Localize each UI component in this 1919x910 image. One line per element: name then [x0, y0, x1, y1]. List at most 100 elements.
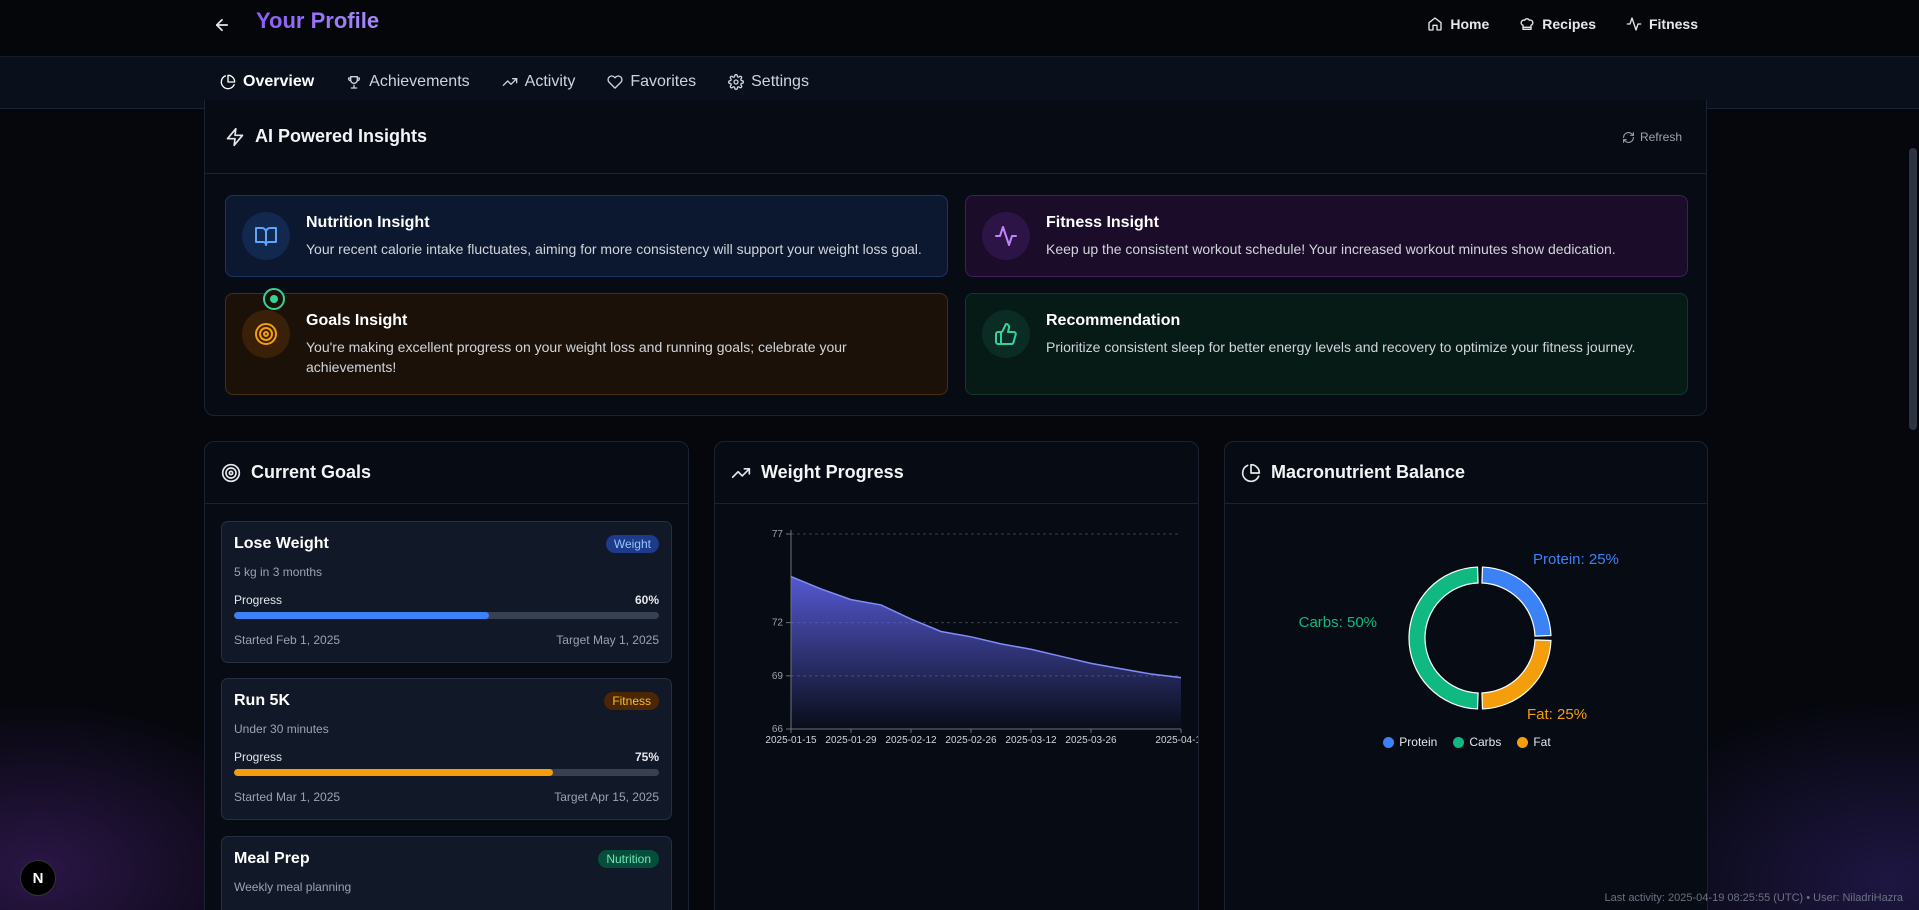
donut-slice-protein	[1481, 566, 1552, 637]
macro-donut-chart: Protein: 25% Fat: 25% Carbs: 50%	[1299, 551, 1619, 723]
donut-slice-fat	[1481, 639, 1552, 710]
goal-name: Run 5K	[234, 692, 290, 709]
x-tick-label: 2025-02-12	[885, 735, 937, 746]
nutrition-icon-wrap	[242, 212, 290, 260]
goal-card-run-5k[interactable]: Run 5K Fitness Under 30 minutes Progress…	[221, 678, 672, 820]
nutrition-insight-card: Nutrition Insight Your recent calorie in…	[225, 195, 948, 277]
goal-card-lose-weight[interactable]: Lose Weight Weight 5 kg in 3 months Prog…	[221, 521, 672, 663]
goals-insight-card: Goals Insight You're making excellent pr…	[225, 288, 948, 395]
progress-percent: 75%	[634, 750, 659, 764]
top-bar: Your Profile Home Recipes Fitness	[0, 0, 1919, 57]
goal-name: Meal Prep	[234, 850, 310, 867]
slice-label-carbs: Carbs: 50%	[1299, 614, 1377, 631]
goal-card-meal-prep[interactable]: Meal Prep Nutrition Weekly meal planning	[221, 836, 672, 910]
macronutrient-header: Macronutrient Balance	[1225, 442, 1707, 504]
progress-bar	[234, 769, 659, 776]
trending-up-icon	[731, 467, 751, 478]
current-goals-title: Current Goals	[251, 462, 372, 482]
nav-home[interactable]: Home	[1427, 16, 1489, 32]
target-icon	[255, 323, 277, 345]
macronutrient-title: Macronutrient Balance	[1271, 462, 1466, 482]
goal-target-date: Target Apr 15, 2025	[554, 790, 659, 804]
tab-settings-label: Settings	[751, 73, 809, 90]
heart-icon	[607, 75, 623, 89]
weight-chart: 66 69 72 77 2025-01-15 2025-01-29 2025-02-12 20…	[765, 529, 1199, 746]
nav-fitness-label: Fitness	[1648, 16, 1698, 32]
legend-dot	[1517, 736, 1529, 748]
weight-progress-title: Weight Progress	[761, 462, 904, 482]
recommendation-body: Prioritize consistent sleep for better e…	[1046, 339, 1636, 355]
progress-percent: 60%	[634, 593, 659, 607]
macro-legend: Protein Carbs Fat	[1225, 735, 1707, 749]
progress-bar-fill	[234, 769, 553, 776]
goal-subtitle: 5 kg in 3 months	[234, 565, 323, 579]
legend-fat[interactable]: Fat	[1517, 735, 1551, 749]
tab-achievements-label: Achievements	[369, 73, 470, 90]
legend-dot	[1383, 736, 1395, 748]
recommendation-icon-wrap	[982, 310, 1030, 358]
top-nav: Home Recipes Fitness	[1427, 16, 1698, 32]
refresh-icon	[1623, 131, 1634, 143]
page-title: Your Profile	[256, 8, 380, 33]
goal-start-date: Started Mar 1, 2025	[234, 790, 341, 804]
current-goals-header: Current Goals	[205, 442, 688, 504]
pie-chart-icon	[1241, 463, 1261, 482]
ai-insights-title: AI Powered Insights	[255, 126, 428, 146]
legend-label: Fat	[1533, 735, 1551, 749]
legend-label: Carbs	[1469, 735, 1502, 749]
goal-target-date: Target May 1, 2025	[556, 633, 659, 647]
legend-carbs[interactable]: Carbs	[1453, 735, 1501, 749]
x-tick-label: 2025-04-16	[1155, 735, 1199, 746]
goals-insight-title: Goals Insight	[306, 312, 408, 329]
trending-up-icon	[502, 78, 517, 86]
donut-slice-carbs	[1408, 566, 1479, 710]
macronutrient-panel: Macronutrient Balance Protein: 25% Fat: 2…	[1224, 441, 1708, 910]
progress-label: Progress	[234, 593, 283, 607]
y-tick-label: 77	[772, 529, 784, 540]
refresh-button[interactable]: Refresh	[1622, 130, 1682, 144]
zap-icon	[226, 127, 244, 146]
x-tick-label: 2025-02-26	[945, 735, 997, 746]
progress-bar	[234, 612, 659, 619]
current-goals-panel: Current Goals Lose Weight Weight 5 kg in…	[204, 441, 689, 910]
ai-insights-header: AI Powered Insights	[205, 100, 1706, 174]
goal-start-date: Started Feb 1, 2025	[234, 633, 341, 647]
dev-badge[interactable]: N	[20, 860, 56, 896]
goal-badge: Fitness	[604, 692, 659, 710]
weight-progress-header: Weight Progress	[715, 442, 1198, 504]
slice-label-fat: Fat: 25%	[1527, 706, 1587, 723]
nav-recipes-label: Recipes	[1542, 16, 1596, 32]
nav-fitness[interactable]: Fitness	[1626, 16, 1698, 32]
tab-activity-label: Activity	[524, 73, 576, 90]
fitness-insight-title: Fitness Insight	[1046, 214, 1159, 231]
fitness-icon-wrap	[982, 212, 1030, 260]
page-scrollbar[interactable]	[1909, 148, 1917, 430]
trophy-icon	[348, 76, 361, 89]
status-dot-icon	[263, 288, 285, 310]
y-tick-label: 66	[772, 724, 784, 735]
nav-recipes[interactable]: Recipes	[1519, 16, 1596, 32]
thumbs-up-icon	[995, 322, 1017, 345]
slice-label-protein: Protein: 25%	[1533, 551, 1619, 568]
pie-chart-icon	[220, 74, 236, 90]
legend-protein[interactable]: Protein	[1383, 735, 1437, 749]
goal-subtitle: Under 30 minutes	[234, 722, 329, 736]
fitness-insight-card: Fitness Insight Keep up the consistent w…	[965, 195, 1688, 277]
y-tick-label: 72	[772, 618, 784, 629]
gear-icon	[728, 74, 745, 90]
book-open-icon	[255, 227, 277, 246]
back-button[interactable]	[210, 13, 234, 37]
activity-icon	[1626, 17, 1642, 31]
goal-name: Lose Weight	[234, 535, 329, 552]
goal-badge: Weight	[605, 535, 659, 553]
y-tick-label: 69	[772, 671, 784, 682]
last-activity-status: Last activity: 2025-04-19 08:25:55 (UTC)…	[1604, 892, 1903, 904]
progress-label: Progress	[234, 750, 283, 764]
goal-badge: Nutrition	[598, 850, 659, 868]
x-tick-label: 2025-03-12	[1005, 735, 1057, 746]
x-tick-label: 2025-01-15	[765, 735, 817, 746]
goals-insight-body: You're making excellent progress on your…	[306, 339, 847, 375]
ai-insights-panel: AI Powered Insights Refresh Nutrition In…	[204, 100, 1707, 416]
weight-progress-panel: Weight Progress 66 69 72 77 2025-01-15 2025-0…	[714, 441, 1199, 910]
fitness-insight-body: Keep up the consistent workout schedule!…	[1046, 241, 1616, 257]
